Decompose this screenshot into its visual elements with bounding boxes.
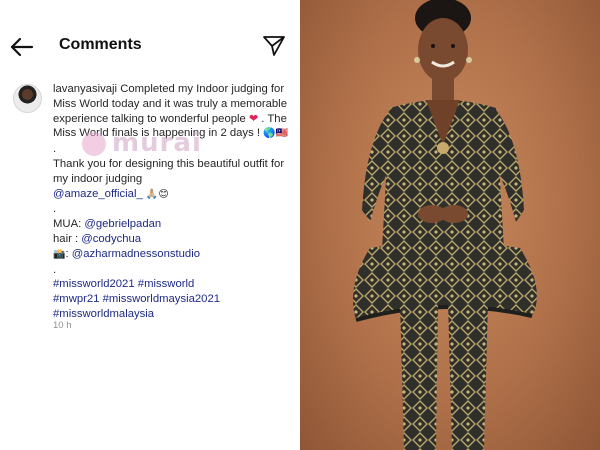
mua-line: MUA: @gebrielpadan bbox=[53, 217, 293, 232]
globe-flag-emoji: 🌎🇲🇾 bbox=[263, 128, 289, 140]
comments-screen: Comments lavanyasivaji Completed my Indo… bbox=[0, 0, 298, 450]
username-link[interactable]: lavanyasivaji bbox=[53, 83, 117, 95]
post-caption: lavanyasivaji Completed my Indoor judgin… bbox=[53, 82, 293, 322]
heart-emoji: ❤ bbox=[248, 111, 259, 125]
timestamp: 10 h bbox=[53, 320, 72, 331]
watermark-logo-icon bbox=[82, 132, 106, 156]
hair-label: hair : bbox=[53, 232, 82, 245]
photographer-link[interactable]: @azharmadnessonstudio bbox=[72, 248, 200, 260]
mua-label: MUA: bbox=[53, 218, 85, 231]
hashtag-link[interactable]: #missworld2021 bbox=[53, 278, 135, 290]
watermark: murai bbox=[112, 128, 202, 158]
mention-link[interactable]: @amaze_official_ bbox=[53, 188, 143, 200]
dot-line: . bbox=[53, 263, 57, 276]
mention-line: @amaze_official_ 🙏🏼😊 bbox=[53, 187, 293, 203]
hashtag-link[interactable]: #missworldmalaysia bbox=[53, 308, 154, 320]
hair-line: hair : @codychua bbox=[53, 232, 293, 247]
thanks-line: Thank you for designing this beautiful o… bbox=[53, 157, 285, 185]
avatar[interactable] bbox=[13, 84, 42, 113]
photo-line: 📸: @azharmadnessonstudio bbox=[53, 247, 293, 263]
top-bar: Comments bbox=[0, 0, 298, 92]
camera-emoji: 📸 bbox=[53, 248, 66, 260]
hair-link[interactable]: @codychua bbox=[81, 233, 141, 245]
hashtag-link[interactable]: #missworld bbox=[138, 278, 195, 290]
page-title: Comments bbox=[59, 36, 142, 53]
hashtags: #missworld2021 #missworld #mwpr21 #misswo… bbox=[53, 277, 293, 321]
hashtag-link[interactable]: #missworldmaysia2021 bbox=[103, 293, 220, 305]
arrow-left-icon[interactable] bbox=[8, 34, 36, 60]
hashtag-link[interactable]: #mwpr21 bbox=[53, 293, 99, 305]
paper-plane-icon[interactable] bbox=[262, 35, 286, 57]
thanks-emoji: 🙏🏼😊 bbox=[145, 188, 169, 200]
mua-link[interactable]: @gebrielpadan bbox=[84, 218, 161, 230]
dot-line: . bbox=[53, 203, 57, 216]
model-illustration bbox=[353, 0, 537, 450]
model-photo bbox=[300, 0, 600, 450]
